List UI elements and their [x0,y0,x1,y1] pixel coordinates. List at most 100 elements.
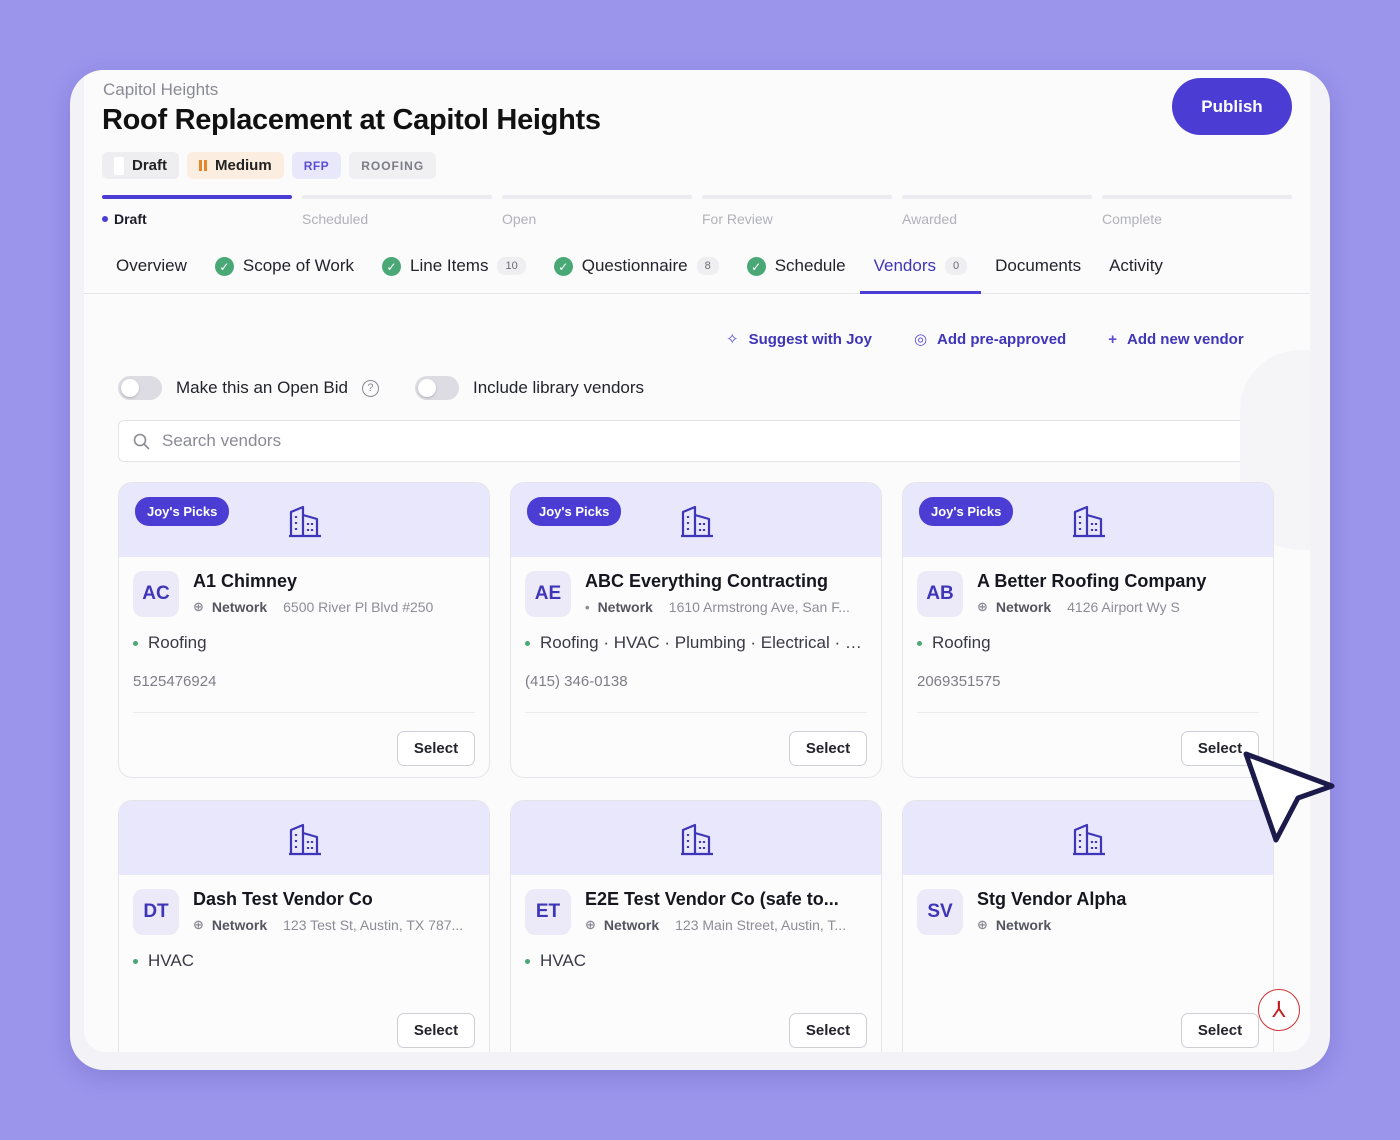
select-vendor-button[interactable]: Select [789,1013,867,1048]
card-header [903,801,1273,875]
current-stage-dot-icon [102,216,108,222]
vendor-trades: Roofing [133,633,481,653]
open-bid-label: Make this an Open Bid [176,378,348,397]
vendor-card[interactable]: Joy's Picks AB A Better Roofing Company … [902,482,1274,778]
globe-icon: ⊕ [977,917,988,932]
stage-draft: Draft [102,195,292,227]
breadcrumb-location[interactable]: Capitol Heights [103,80,218,100]
help-icon[interactable]: ? [361,379,379,397]
open-bid-toggle[interactable] [118,376,162,400]
vendor-meta: • Network 1610 Armstrong Ave, San F... [585,599,850,615]
library-vendors-label: Include library vendors [472,378,645,397]
project-page: Capitol Heights Roof Replacement at Capi… [84,70,1310,1052]
vendor-card[interactable]: ET E2E Test Vendor Co (safe to... ⊕ Netwo… [510,800,882,1052]
tab-documents[interactable]: Documents [981,252,1095,294]
dot-icon: • [585,599,590,615]
vendor-card[interactable]: Joy's Picks AC A1 Chimney ⊕ Network 6500 R… [118,482,490,778]
tab-bar: Overview ✓ Scope of Work ✓ Line Items 10 ✓ Q… [84,252,1310,294]
stage-complete: Complete [1102,195,1292,227]
tab-overview[interactable]: Overview [102,252,201,294]
search-input[interactable] [162,431,1062,451]
divider [525,712,867,713]
check-icon: ✓ [553,257,573,276]
priority-label: Medium [215,157,272,174]
vendor-address: 4126 Airport Wy S [1067,599,1180,615]
priority-medium-icon [199,160,208,171]
app-window: Capitol Heights Roof Replacement at Capi… [70,70,1330,1070]
vendor-trades: HVAC [133,951,481,971]
mouse-pointer-icon [1243,751,1335,843]
vendor-name: ABC Everything Contracting [585,571,829,591]
vendor-options: Make this an Open Bid ? Include library … [118,376,644,400]
vendor-meta: ⊕ Network 123 Test St, Austin, TX 787... [193,917,464,933]
plus-icon: + [1108,330,1117,348]
vendor-meta: ⊕ Network [977,917,1052,933]
joys-picks-badge: Joy's Picks [527,497,622,526]
stage-for-review: For Review [702,195,892,227]
card-header: Joy's Picks [119,483,489,557]
vendor-meta: ⊕ Network 4126 Airport Wy S [977,599,1180,615]
suggest-with-joy-button[interactable]: ✧ Suggest with Joy [726,330,872,349]
library-vendors-toggle[interactable] [414,376,459,400]
vendor-card[interactable]: DT Dash Test Vendor Co ⊕ Network 123 Test … [118,800,490,1052]
globe-icon: ⊕ [193,599,204,614]
select-vendor-button[interactable]: Select [397,1013,475,1048]
select-vendor-button[interactable]: Select [789,731,867,766]
pdf-icon[interactable]: ⅄ [1258,989,1300,1031]
joys-picks-badge: Joy's Picks [919,497,1014,526]
avatar: DT [133,889,179,935]
stage-scheduled: Scheduled [302,195,492,227]
card-header [119,801,489,875]
stage-open: Open [502,195,692,227]
avatar: ET [525,889,571,935]
publish-button[interactable]: Publish [1172,78,1292,135]
vendor-phone: (415) 346-0138 [525,673,628,690]
add-pre-approved-button[interactable]: ◎ Add pre-approved [913,330,1066,349]
status-tags: Draft Medium RFP ROOFING [102,152,437,179]
vendor-name: E2E Test Vendor Co (safe to... [585,889,839,909]
draft-label: Draft [132,157,168,174]
avatar: AC [133,571,179,617]
type-badge: RFP [291,152,342,179]
status-badge-draft: Draft [102,152,180,179]
vendor-trades: Roofing [917,633,1265,653]
vendor-address: 6500 River Pl Blvd #250 [283,599,434,615]
tab-schedule[interactable]: ✓ Schedule [733,252,860,294]
stage-awarded: Awarded [902,195,1092,227]
select-vendor-button[interactable]: Select [397,731,475,766]
vendor-trades: HVAC [525,951,873,971]
tab-activity[interactable]: Activity [1095,252,1177,294]
vendor-name: A Better Roofing Company [977,571,1207,591]
category-badge: ROOFING [349,152,437,179]
add-new-vendor-button[interactable]: + Add new vendor [1108,330,1243,348]
check-icon: ✓ [746,257,766,276]
vendor-card[interactable]: SV Stg Vendor Alpha ⊕ Network Select [902,800,1274,1052]
building-icon [681,505,713,538]
draft-icon [114,156,124,175]
vendor-phone: 5125476924 [133,673,217,690]
check-icon: ✓ [382,257,402,276]
vendor-actions: ✧ Suggest with Joy ◎ Add pre-approved + Add… [726,330,1244,349]
card-header: Joy's Picks [511,483,881,557]
tab-scope-of-work[interactable]: ✓ Scope of Work [201,252,368,294]
count-badge: 8 [696,257,719,275]
tab-line-items[interactable]: ✓ Line Items 10 [368,252,540,294]
vendor-meta: ⊕ Network 123 Main Street, Austin, T... [585,917,847,933]
page-title: Roof Replacement at Capitol Heights [102,104,601,136]
check-icon: ✓ [214,257,234,276]
vendor-address: 1610 Armstrong Ave, San F... [668,599,850,615]
tab-vendors[interactable]: Vendors 0 [859,252,982,294]
vendor-phone: 2069351575 [917,673,1001,690]
vendor-name: A1 Chimney [193,571,298,591]
tab-questionnaire[interactable]: ✓ Questionnaire 8 [540,252,733,294]
vendor-card[interactable]: Joy's Picks AE ABC Everything Contractin… [510,482,882,778]
magic-wand-icon: ✧ [726,331,739,348]
avatar: SV [917,889,963,935]
building-icon [289,505,321,538]
vendor-address: 123 Main Street, Austin, T... [675,917,847,933]
vendor-name: Dash Test Vendor Co [193,889,373,909]
building-icon [1073,505,1105,538]
select-vendor-button[interactable]: Select [1181,1013,1259,1048]
joys-picks-badge: Joy's Picks [135,497,230,526]
check-circle-icon: ◎ [913,331,928,348]
